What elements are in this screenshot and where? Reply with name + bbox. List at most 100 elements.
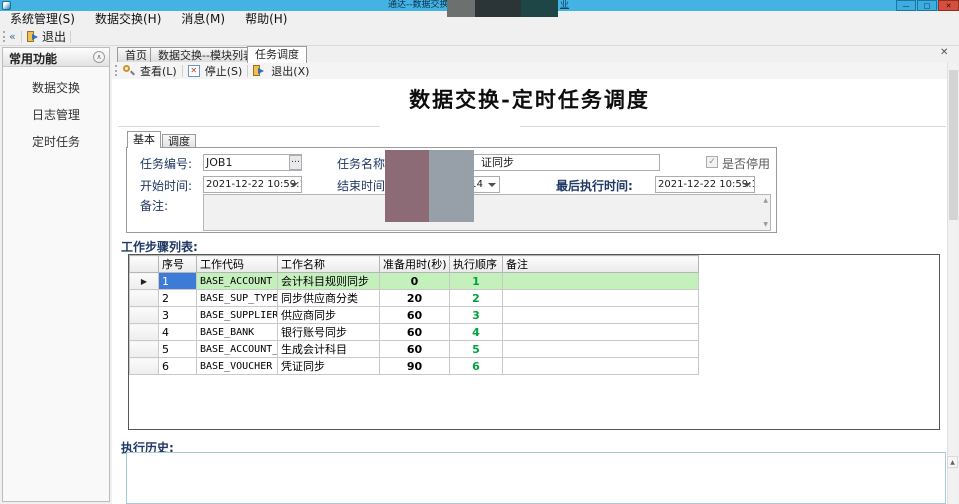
form-tab-schedule[interactable]: 调度 xyxy=(162,134,196,148)
cell-no[interactable]: 5 xyxy=(159,341,197,358)
cell-remark[interactable] xyxy=(503,358,699,375)
scroll-up-icon[interactable]: ▲ xyxy=(763,197,768,204)
cell-order[interactable]: 4 xyxy=(450,324,503,341)
cell-name[interactable]: 凭证同步 xyxy=(278,358,380,375)
redaction-box xyxy=(447,0,475,17)
vertical-scrollbar[interactable] xyxy=(947,62,958,504)
search-icon xyxy=(122,64,135,77)
cell-name[interactable]: 生成会计科目 xyxy=(278,341,380,358)
close-button[interactable]: ✕ xyxy=(938,0,959,11)
scrollbar-thumb[interactable] xyxy=(949,70,958,220)
table-row[interactable]: 5 BASE_ACCOUNT_DCY 生成会计科目 60 5 xyxy=(130,341,699,358)
sidebar: 常用功能 ∧ 数据交换 日志管理 定时任务 xyxy=(2,47,110,502)
tab-module-list[interactable]: 数据交换--模块列表 xyxy=(150,47,262,62)
cell-prep[interactable]: 90 xyxy=(380,358,450,375)
last-exec-time-combo[interactable]: 2021-12-22 10:59:14 xyxy=(655,176,755,193)
toolbar-grip xyxy=(3,31,5,42)
cell-no[interactable]: 3 xyxy=(159,307,197,324)
col-header-code[interactable]: 工作代码 xyxy=(197,256,278,273)
cell-prep[interactable]: 0 xyxy=(380,273,450,290)
dropdown-arrow-icon[interactable] xyxy=(743,183,751,187)
cell-code[interactable]: BASE_ACCOUNT_DCY xyxy=(197,341,278,358)
cell-remark[interactable] xyxy=(503,273,699,290)
table-row[interactable]: 6 BASE_VOUCHER 凭证同步 90 6 xyxy=(130,358,699,375)
col-header-no[interactable]: 序号 xyxy=(159,256,197,273)
cell-order[interactable]: 1 xyxy=(450,273,503,290)
minimize-button[interactable]: — xyxy=(896,0,916,11)
cell-order[interactable]: 5 xyxy=(450,341,503,358)
task-no-label: 任务编号: xyxy=(140,155,192,172)
cell-remark[interactable] xyxy=(503,341,699,358)
app-logo-icon xyxy=(2,1,11,10)
row-selector[interactable] xyxy=(130,358,159,375)
cell-name[interactable]: 供应商同步 xyxy=(278,307,380,324)
menu-message[interactable]: 消息(M) xyxy=(171,11,235,28)
cell-name[interactable]: 同步供应商分类 xyxy=(278,290,380,307)
exit-button[interactable]: 退出(X) xyxy=(271,63,309,79)
dropdown-arrow-icon[interactable] xyxy=(488,183,496,187)
cell-remark[interactable] xyxy=(503,307,699,324)
cell-no[interactable]: 4 xyxy=(159,324,197,341)
cell-prep[interactable]: 60 xyxy=(380,307,450,324)
steps-table: 序号 工作代码 工作名称 准备用时(秒) 执行顺序 备注 ▶ 1 BASE_AC… xyxy=(129,255,699,375)
cell-prep[interactable]: 60 xyxy=(380,324,450,341)
view-button[interactable]: 查看(L) xyxy=(140,63,177,79)
table-row[interactable]: 3 BASE_SUPPLIER 供应商同步 60 3 xyxy=(130,307,699,324)
cell-order[interactable]: 6 xyxy=(450,358,503,375)
tab-close-icon[interactable]: ✕ xyxy=(940,47,948,59)
cell-name[interactable]: 银行账号同步 xyxy=(278,324,380,341)
cell-name[interactable]: 会计科目规则同步 xyxy=(278,273,380,290)
cell-code[interactable]: BASE_SUPPLIER xyxy=(197,307,278,324)
dropdown-arrow-icon[interactable] xyxy=(290,183,298,187)
row-selector-header xyxy=(130,256,159,273)
form-tab-basic[interactable]: 基本 xyxy=(127,131,161,148)
scroll-up-icon[interactable]: ▲ xyxy=(947,456,958,468)
cell-no[interactable]: 2 xyxy=(159,290,197,307)
cell-code[interactable]: BASE_VOUCHER xyxy=(197,358,278,375)
menu-data-exchange[interactable]: 数据交换(H) xyxy=(85,11,171,28)
sidebar-item-log-management[interactable]: 日志管理 xyxy=(3,106,109,123)
col-header-remark[interactable]: 备注 xyxy=(503,256,699,273)
sidebar-collapse-icon[interactable]: ∧ xyxy=(93,51,105,63)
stop-button[interactable]: 停止(S) xyxy=(205,63,243,79)
start-time-combo[interactable]: 2021-12-22 10:59:14 xyxy=(203,176,302,193)
table-row[interactable]: 4 BASE_BANK 银行账号同步 60 4 xyxy=(130,324,699,341)
history-textarea[interactable] xyxy=(126,452,946,504)
row-selector[interactable] xyxy=(130,324,159,341)
browse-button[interactable]: … xyxy=(289,155,302,170)
cell-code[interactable]: BASE_BANK xyxy=(197,324,278,341)
redaction-box xyxy=(429,150,474,222)
cell-code[interactable]: BASE_ACCOUNT xyxy=(197,273,278,290)
col-header-prep[interactable]: 准备用时(秒) xyxy=(380,256,450,273)
menu-help[interactable]: 帮助(H) xyxy=(235,11,297,28)
maximize-button[interactable]: □ xyxy=(917,0,937,11)
col-header-order[interactable]: 执行顺序 xyxy=(450,256,503,273)
col-header-name[interactable]: 工作名称 xyxy=(278,256,380,273)
menu-system[interactable]: 系统管理(S) xyxy=(0,11,85,28)
row-selector[interactable] xyxy=(130,341,159,358)
cell-order[interactable]: 3 xyxy=(450,307,503,324)
sidebar-item-scheduled-tasks[interactable]: 定时任务 xyxy=(3,133,109,150)
sidebar-item-data-exchange[interactable]: 数据交换 xyxy=(3,79,109,96)
tab-task-schedule[interactable]: 任务调度 xyxy=(247,46,307,63)
disabled-checkbox[interactable]: ✓ xyxy=(706,156,718,168)
cell-no[interactable]: 1 xyxy=(159,273,197,290)
exit-icon[interactable] xyxy=(27,31,40,43)
cell-code[interactable]: BASE_SUP_TYPE xyxy=(197,290,278,307)
cell-prep[interactable]: 60 xyxy=(380,341,450,358)
cell-remark[interactable] xyxy=(503,324,699,341)
scroll-down-icon[interactable]: ▼ xyxy=(763,221,768,228)
exit-button[interactable]: 退出 xyxy=(42,28,66,46)
cell-prep[interactable]: 20 xyxy=(380,290,450,307)
cell-order[interactable]: 2 xyxy=(450,290,503,307)
row-selector[interactable] xyxy=(130,290,159,307)
table-row[interactable]: 2 BASE_SUP_TYPE 同步供应商分类 20 2 xyxy=(130,290,699,307)
remark-textarea[interactable]: ▲ ▼ xyxy=(203,194,771,231)
row-selector-arrow-icon[interactable]: ▶ xyxy=(130,273,159,290)
collapse-sidebar-button[interactable]: « xyxy=(9,29,16,45)
row-selector[interactable] xyxy=(130,307,159,324)
cell-no[interactable]: 6 xyxy=(159,358,197,375)
task-no-input[interactable]: JOB1 xyxy=(203,154,302,171)
table-row[interactable]: ▶ 1 BASE_ACCOUNT 会计科目规则同步 0 1 xyxy=(130,273,699,290)
cell-remark[interactable] xyxy=(503,290,699,307)
